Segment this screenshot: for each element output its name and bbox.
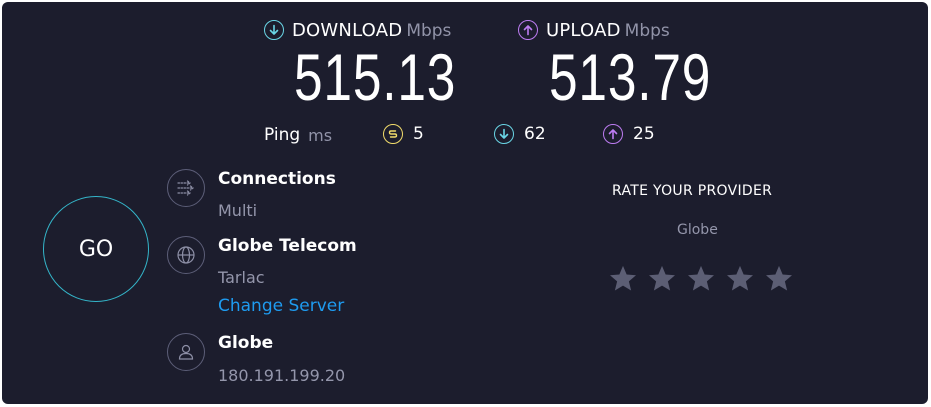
ping-label: Ping bbox=[264, 125, 301, 145]
go-button[interactable]: GO bbox=[43, 196, 149, 302]
arrow-down-circle-icon bbox=[494, 124, 514, 144]
ping-download: 62 bbox=[494, 124, 546, 144]
rating-stars bbox=[607, 264, 795, 294]
server-title: Globe Telecom bbox=[218, 236, 357, 256]
rate-provider-name: Globe bbox=[677, 222, 718, 238]
download-header: DOWNLOAD Mbps bbox=[264, 18, 451, 42]
star-icon[interactable] bbox=[685, 264, 717, 294]
upload-value: 513.79 bbox=[549, 40, 712, 114]
speedtest-panel: DOWNLOAD Mbps 515.13 UPLOAD Mbps 513.79 Pi… bbox=[2, 2, 928, 404]
arrow-down-circle-icon bbox=[264, 20, 284, 40]
star-icon[interactable] bbox=[607, 264, 639, 294]
connections-icon bbox=[167, 169, 205, 207]
provider-ip: 180.191.199.20 bbox=[218, 366, 346, 385]
ping-icon bbox=[383, 124, 403, 144]
arrow-up-circle-icon bbox=[603, 124, 623, 144]
upload-label: UPLOAD bbox=[546, 19, 621, 41]
change-server-link[interactable]: Change Server bbox=[218, 296, 344, 316]
ping-download-value: 62 bbox=[524, 124, 546, 144]
ping-unit: ms bbox=[308, 125, 333, 145]
star-icon[interactable] bbox=[763, 264, 795, 294]
provider-title: Globe bbox=[218, 333, 274, 353]
download-label: DOWNLOAD bbox=[292, 19, 403, 41]
ping-idle-value: 5 bbox=[413, 124, 424, 144]
connections-value: Multi bbox=[218, 201, 258, 220]
star-icon[interactable] bbox=[646, 264, 678, 294]
connections-title: Connections bbox=[218, 169, 336, 189]
upload-header: UPLOAD Mbps bbox=[518, 18, 670, 42]
ping-label-group: Ping ms bbox=[264, 125, 332, 145]
ping-idle: 5 bbox=[383, 124, 424, 144]
arrow-up-circle-icon bbox=[518, 20, 538, 40]
user-icon bbox=[167, 333, 205, 371]
star-icon[interactable] bbox=[724, 264, 756, 294]
rate-title: RATE YOUR PROVIDER bbox=[612, 183, 773, 199]
ping-upload: 25 bbox=[603, 124, 655, 144]
download-value: 515.13 bbox=[294, 40, 457, 114]
download-unit: Mbps bbox=[406, 20, 452, 41]
server-location: Tarlac bbox=[218, 268, 265, 287]
globe-icon bbox=[167, 236, 205, 274]
upload-unit: Mbps bbox=[624, 20, 670, 41]
ping-upload-value: 25 bbox=[633, 124, 655, 144]
